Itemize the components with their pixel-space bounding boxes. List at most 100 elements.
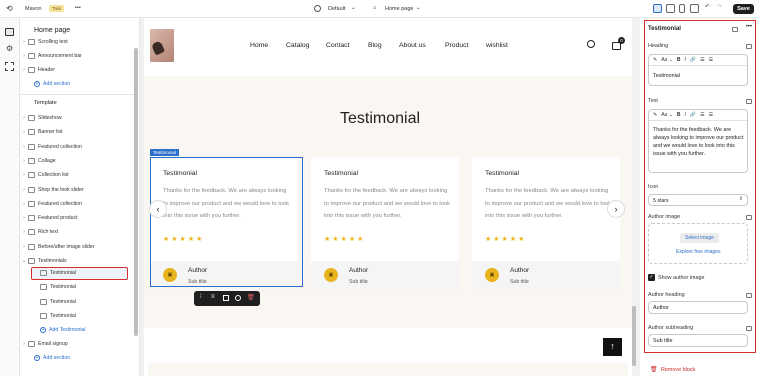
sidebar-item-template-section[interactable]: › Featured collection <box>20 141 132 153</box>
dynamic-source-icon[interactable] <box>746 215 752 220</box>
nav-link-contact[interactable]: Contact <box>326 42 349 49</box>
sidebar-item-announcement-bar[interactable]: › Announcement bar <box>20 50 132 62</box>
italic-icon[interactable]: I <box>685 112 686 118</box>
nav-link-blog[interactable]: Blog <box>368 42 382 49</box>
link-icon[interactable]: 🔗 <box>690 112 696 118</box>
font-size-icon[interactable]: Aa ⌄ <box>661 112 673 118</box>
desktop-view-icon[interactable] <box>666 4 675 13</box>
sidebar-item-template-section[interactable]: ⌄ Testimonials <box>20 255 132 267</box>
bold-icon[interactable]: B <box>677 57 681 63</box>
nav-link-product[interactable]: Product <box>445 42 468 49</box>
sidebar-item-template-section[interactable]: › Featured product <box>20 212 132 224</box>
bold-icon[interactable]: B <box>677 112 681 118</box>
hide-icon[interactable] <box>235 295 241 301</box>
chevron-down-icon: ⌄ <box>416 5 421 11</box>
chevron-down-icon: ⌄ <box>351 5 356 11</box>
undo-icon[interactable]: ↶ <box>705 4 710 10</box>
template-group-label: Template <box>34 100 57 106</box>
italic-icon[interactable]: I <box>685 57 686 63</box>
trash-icon[interactable]: 🗑 <box>650 366 658 373</box>
testimonial-card[interactable]: Testimonial Thanks for the feedback. We … <box>311 157 459 289</box>
mobile-view-icon[interactable] <box>679 4 685 13</box>
magic-icon[interactable]: ✎ <box>653 57 657 63</box>
author-heading-value: Author <box>653 305 669 311</box>
theme-selector[interactable]: Default <box>328 6 345 12</box>
sidebar-item-email-signup[interactable]: › Email signup <box>20 338 132 350</box>
fullscreen-icon[interactable] <box>690 4 699 13</box>
sidebar-item-template-section[interactable]: › Rich text <box>20 226 132 238</box>
numbered-list-icon[interactable]: ☰ <box>709 112 713 118</box>
scroll-top-button[interactable]: ↑ <box>603 338 622 356</box>
exit-icon[interactable]: ⟲ <box>6 4 13 13</box>
sidebar-item-label: Featured collection <box>38 200 82 207</box>
sidebar-item-header[interactable]: › Header <box>20 64 132 76</box>
testimonial-card[interactable]: Testimonial Thanks for the feedback. We … <box>472 157 620 289</box>
sections-icon[interactable] <box>5 28 14 36</box>
settings-gear-icon[interactable]: ⚙ <box>6 44 13 53</box>
divider <box>20 94 134 95</box>
select-tool-icon[interactable] <box>653 4 662 13</box>
more-options-icon[interactable]: ••• <box>746 24 752 30</box>
chevron-right-icon: › <box>23 215 25 222</box>
numbered-list-icon[interactable]: ☰ <box>709 57 713 63</box>
nav-link-wishlist[interactable]: wishlist <box>486 42 508 49</box>
page-selector[interactable]: Home page <box>385 6 413 12</box>
sidebar-item-template-section[interactable]: › Shop the look slider <box>20 184 132 196</box>
prev-arrow-button[interactable]: ‹ <box>149 200 167 218</box>
remove-block-button[interactable]: Remove block <box>661 367 695 373</box>
duplicate-icon[interactable] <box>223 295 229 301</box>
more-menu-icon[interactable]: ••• <box>75 5 81 11</box>
author-heading-input[interactable]: Author <box>648 301 748 314</box>
apps-icon[interactable] <box>5 62 14 71</box>
sidebar-item-template-section[interactable]: › Slideshow <box>20 112 132 124</box>
card-author: Author <box>510 267 530 274</box>
sidebar-scrollbar[interactable] <box>134 48 138 336</box>
redo-icon[interactable]: ↷ <box>717 4 722 10</box>
sidebar-item-template-section[interactable]: › Banner list <box>20 126 132 138</box>
show-author-image-checkbox[interactable]: ✓ <box>648 274 655 281</box>
chevron-right-icon: › <box>23 243 25 250</box>
nav-link-about-us[interactable]: About us <box>399 42 426 49</box>
chevron-down-icon: ⌄ <box>21 258 27 264</box>
font-size-icon[interactable]: Aa ⌄ <box>661 57 673 63</box>
store-logo[interactable] <box>150 29 174 62</box>
selected-block-outline <box>150 157 303 287</box>
rich-text-toolbar: ✎ Aa ⌄ B I 🔗 ☰ ☰ <box>649 110 747 121</box>
nav-link-catalog[interactable]: Catalog <box>286 42 309 49</box>
author-avatar: ▣ <box>324 268 338 282</box>
sidebar-item-template-section[interactable]: › Collage <box>20 155 132 167</box>
sidebar-item-template-section[interactable]: › Featured collection <box>20 198 132 210</box>
move-icon[interactable]: ⁞ <box>200 294 202 300</box>
heading-editor[interactable]: ✎ Aa ⌄ B I 🔗 ☰ ☰ Testimonial <box>648 54 748 86</box>
add-section-template-link[interactable]: + Add section <box>34 352 146 364</box>
sidebar-item-template-section[interactable]: › Before/after image slider <box>20 241 132 253</box>
sidebar-item-template-section[interactable]: › Collection list <box>20 169 132 181</box>
icon-select[interactable]: 5 stars ⇕ <box>648 194 748 206</box>
author-subheading-input[interactable]: Sub title <box>648 334 748 347</box>
dynamic-source-icon[interactable] <box>746 293 752 298</box>
section-icon <box>28 215 35 222</box>
save-button[interactable]: Save <box>733 4 754 14</box>
text-editor[interactable]: ✎ Aa ⌄ B I 🔗 ☰ ☰ Thanks for the feedback… <box>648 109 748 173</box>
sidebar-item-scrolling-text[interactable]: › Scrolling text <box>20 36 132 48</box>
add-section-header-link[interactable]: + Add section <box>34 78 146 90</box>
data-source-icon[interactable] <box>732 27 738 32</box>
nav-link-home[interactable]: Home <box>250 42 268 49</box>
link-icon[interactable]: 🔗 <box>690 57 696 63</box>
dynamic-source-icon[interactable] <box>746 99 752 104</box>
bullet-list-icon[interactable]: ☰ <box>700 57 704 63</box>
explore-free-images-link[interactable]: Explore free images <box>676 249 720 255</box>
magic-icon[interactable]: ✎ <box>653 112 657 118</box>
next-arrow-button[interactable]: › <box>607 200 625 218</box>
dynamic-source-icon[interactable] <box>746 326 752 331</box>
sidebar-item-label: Collection list <box>38 172 69 179</box>
dynamic-source-icon[interactable] <box>746 44 752 49</box>
delete-icon[interactable]: 🗑 <box>247 294 255 301</box>
align-icon[interactable]: ≡ <box>211 294 215 300</box>
chevron-right-icon: › <box>23 115 25 121</box>
search-icon[interactable] <box>587 40 595 48</box>
bullet-list-icon[interactable]: ☰ <box>700 112 704 118</box>
section-icon <box>28 258 35 264</box>
preview-scrollbar[interactable] <box>632 306 636 366</box>
select-image-button[interactable]: Select image <box>680 233 719 243</box>
